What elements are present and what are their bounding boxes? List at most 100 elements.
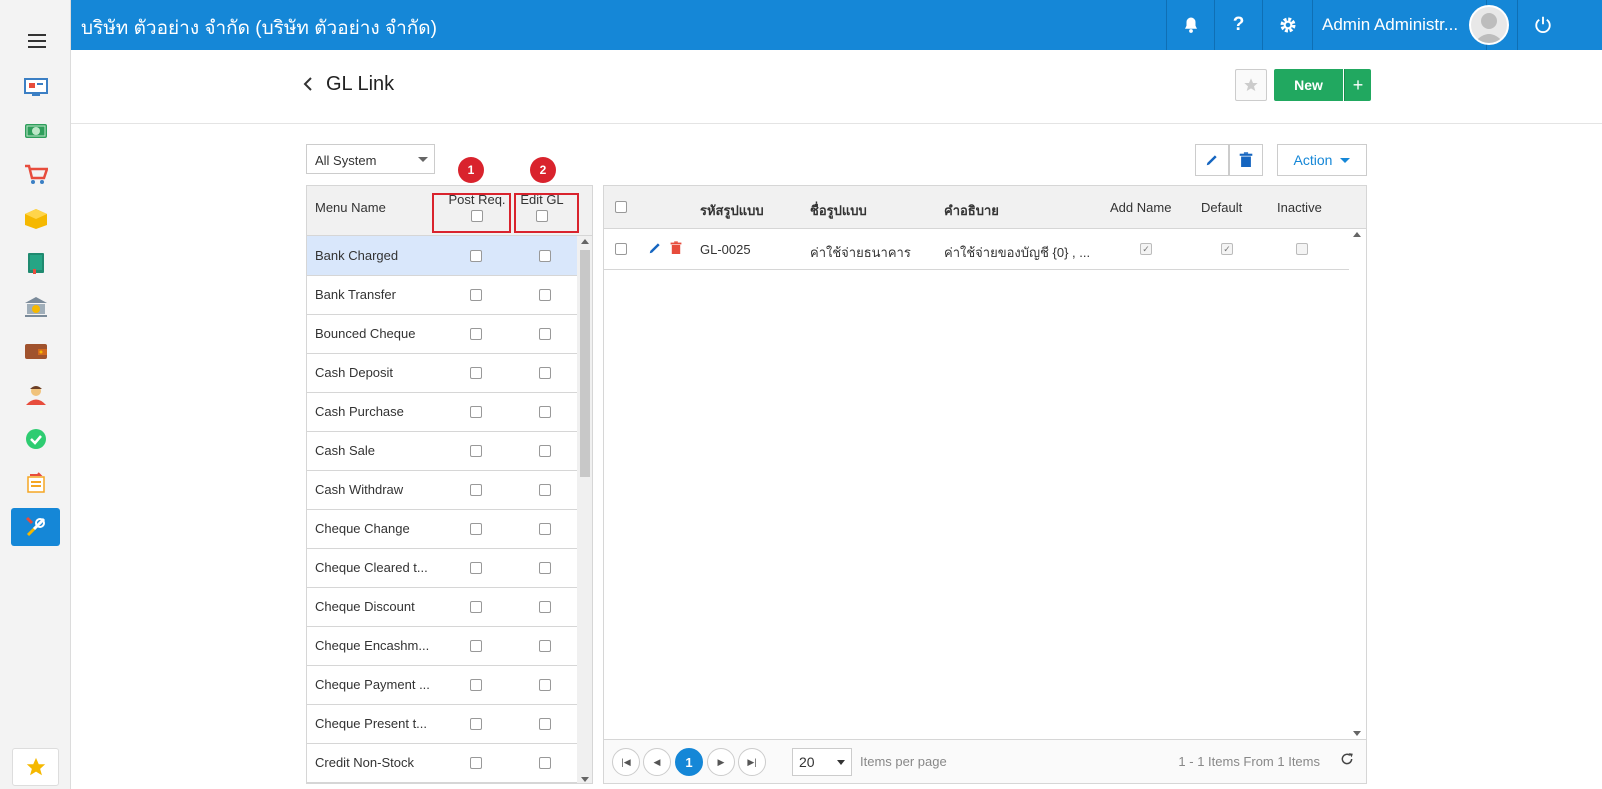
last-page-button[interactable]: ▶| [738, 748, 766, 776]
box-icon [24, 209, 47, 229]
pencil-icon [1206, 155, 1217, 166]
favorite-button[interactable] [1235, 69, 1267, 101]
post-req-checkbox[interactable] [470, 757, 482, 769]
back-icon[interactable] [303, 76, 313, 97]
settings-button[interactable] [1262, 0, 1312, 50]
edit-gl-checkbox[interactable] [539, 406, 551, 418]
sidebar-item-inventory[interactable] [11, 200, 60, 238]
refresh-icon[interactable] [1340, 752, 1354, 769]
scroll-down-icon[interactable] [1353, 731, 1361, 736]
avatar[interactable] [1469, 5, 1509, 45]
edit-gl-checkbox[interactable] [539, 250, 551, 262]
post-req-checkbox[interactable] [470, 328, 482, 340]
edit-gl-checkbox[interactable] [539, 523, 551, 535]
edit-gl-checkbox[interactable] [539, 757, 551, 769]
menu-table-scrollbar[interactable] [577, 236, 592, 783]
list-item[interactable]: Cash Withdraw [307, 470, 577, 510]
select-all-checkbox[interactable] [615, 201, 627, 213]
sidebar-item-transfer[interactable] [11, 464, 60, 502]
help-button[interactable]: ? [1214, 0, 1262, 50]
post-req-checkbox[interactable] [470, 718, 482, 730]
action-button[interactable]: Action [1277, 144, 1367, 176]
edit-gl-checkbox[interactable] [539, 640, 551, 652]
edit-gl-checkbox[interactable] [539, 562, 551, 574]
prev-page-button[interactable]: ◀ [643, 748, 671, 776]
list-item[interactable]: Cheque Present t... [307, 704, 577, 744]
post-req-checkbox[interactable] [470, 679, 482, 691]
edit-gl-checkbox[interactable] [539, 679, 551, 691]
column-add-name[interactable]: Add Name [1110, 200, 1171, 215]
page-button-current[interactable]: 1 [675, 748, 703, 776]
menu-icon[interactable] [28, 34, 46, 48]
column-default[interactable]: Default [1201, 200, 1242, 215]
post-req-checkbox[interactable] [470, 406, 482, 418]
system-select-value: All System [315, 153, 377, 168]
list-item[interactable]: Cash Sale [307, 431, 577, 471]
edit-gl-checkbox[interactable] [539, 289, 551, 301]
post-req-checkbox[interactable] [470, 601, 482, 613]
notifications-button[interactable] [1166, 0, 1214, 50]
post-req-checkbox[interactable] [470, 562, 482, 574]
column-code[interactable]: รหัสรูปแบบ [700, 200, 764, 221]
new-button[interactable]: New [1274, 69, 1343, 101]
company-name[interactable]: บริษัท ตัวอย่าง จำกัด (บริษัท ตัวอย่าง จ… [81, 13, 437, 43]
list-item[interactable]: Cash Deposit [307, 353, 577, 393]
user-name[interactable]: Admin Administr... [1322, 15, 1458, 35]
list-item[interactable]: Cheque Change [307, 509, 577, 549]
sidebar-item-approve[interactable] [11, 420, 60, 458]
edit-gl-checkbox[interactable] [539, 718, 551, 730]
post-req-checkbox[interactable] [470, 367, 482, 379]
list-item[interactable]: Cash Purchase [307, 392, 577, 432]
list-item[interactable]: Bank Transfer [307, 275, 577, 315]
list-item[interactable]: Cheque Encashm... [307, 626, 577, 666]
sidebar-item-settings-tools[interactable] [11, 508, 60, 546]
post-req-checkbox[interactable] [470, 523, 482, 535]
system-select[interactable]: All System [306, 144, 435, 174]
sidebar-item-bank[interactable] [11, 288, 60, 326]
list-item[interactable]: Bounced Cheque [307, 314, 577, 354]
edit-gl-checkbox[interactable] [539, 484, 551, 496]
scroll-up-icon[interactable] [1353, 232, 1361, 237]
row-delete-icon[interactable] [670, 241, 682, 258]
scroll-thumb[interactable] [580, 250, 590, 477]
row-edit-icon[interactable] [648, 241, 662, 258]
row-checkbox[interactable] [615, 243, 627, 255]
scroll-down-icon[interactable] [581, 777, 589, 782]
post-req-checkbox[interactable] [470, 484, 482, 496]
sidebar-item-cart[interactable] [11, 156, 60, 194]
list-item[interactable]: Bank Charged [307, 236, 577, 276]
list-item[interactable]: Credit Non-Stock [307, 743, 577, 783]
post-req-checkbox[interactable] [470, 289, 482, 301]
column-inactive[interactable]: Inactive [1277, 200, 1322, 215]
next-page-button[interactable]: ▶ [707, 748, 735, 776]
edit-gl-checkbox[interactable] [539, 445, 551, 457]
edit-gl-checkbox[interactable] [539, 328, 551, 340]
page-size-select[interactable]: 20 [792, 748, 852, 776]
new-plus-button[interactable]: + [1344, 69, 1371, 101]
list-item[interactable]: Cheque Payment ... [307, 665, 577, 705]
edit-gl-checkbox[interactable] [539, 367, 551, 379]
sidebar-item-wallet[interactable] [11, 332, 60, 370]
sidebar-item-people[interactable] [11, 376, 60, 414]
favorites-button[interactable] [12, 748, 59, 786]
sidebar-item-money[interactable] [11, 112, 60, 150]
scroll-up-icon[interactable] [581, 239, 589, 244]
edit-gl-checkbox[interactable] [539, 601, 551, 613]
sidebar-item-ledger[interactable] [11, 244, 60, 282]
edit-button[interactable] [1195, 144, 1229, 176]
post-req-checkbox[interactable] [470, 250, 482, 262]
grid-scrollbar[interactable] [1349, 229, 1366, 739]
list-item[interactable]: Cheque Discount [307, 587, 577, 627]
post-req-checkbox[interactable] [470, 445, 482, 457]
column-description[interactable]: คำอธิบาย [944, 200, 999, 221]
logout-button[interactable] [1517, 0, 1567, 50]
column-name[interactable]: ชื่อรูปแบบ [810, 200, 867, 221]
delete-button[interactable] [1229, 144, 1263, 176]
menu-table: Menu Name Post Req. Edit GL Bank Charged… [306, 185, 593, 784]
sidebar-item-dashboard[interactable] [11, 68, 60, 106]
row-add-name-checkbox: ✓ [1140, 243, 1152, 255]
table-row[interactable]: GL-0025 ค่าใช้จ่ายธนาคาร ค่าใช้จ่ายของบั… [604, 229, 1349, 270]
list-item[interactable]: Cheque Cleared t... [307, 548, 577, 588]
post-req-checkbox[interactable] [470, 640, 482, 652]
first-page-button[interactable]: |◀ [612, 748, 640, 776]
